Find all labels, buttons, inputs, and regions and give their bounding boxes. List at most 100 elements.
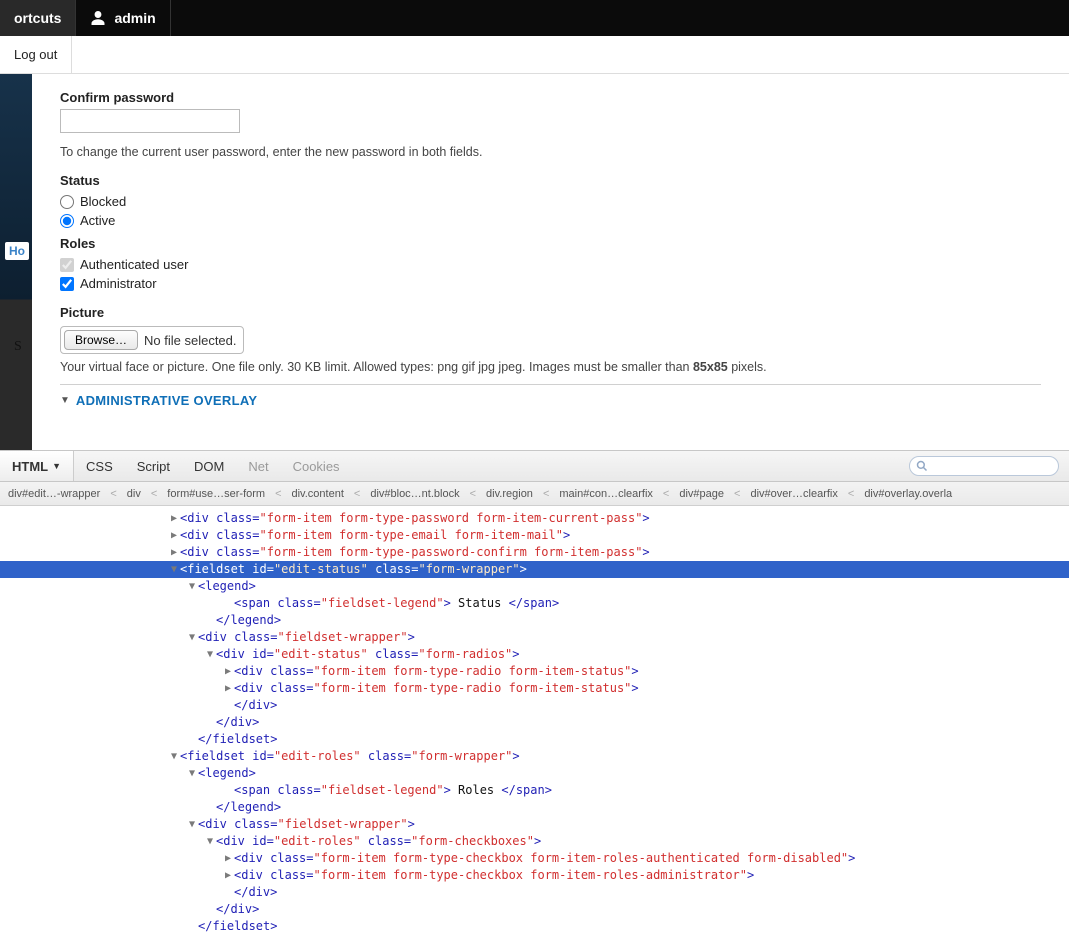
status-blocked-row[interactable]: Blocked bbox=[60, 194, 1041, 209]
dom-node-row[interactable]: <fieldset id="edit-status" class="form-w… bbox=[0, 561, 1069, 578]
status-blocked-text: Blocked bbox=[80, 194, 126, 209]
dom-node-row[interactable]: <div class="form-item form-type-checkbox… bbox=[0, 850, 1069, 867]
dom-node-row[interactable]: </legend> bbox=[0, 612, 1069, 629]
breadcrumb-segment[interactable]: div#overlay.overla bbox=[864, 488, 952, 500]
role-admin-text: Administrator bbox=[80, 276, 157, 291]
status-blocked-radio[interactable] bbox=[60, 195, 74, 209]
dom-node-row[interactable]: </div> bbox=[0, 714, 1069, 731]
dom-node-row[interactable]: <div id="edit-roles" class="form-checkbo… bbox=[0, 833, 1069, 850]
devtools-tab-html[interactable]: HTML▼ bbox=[0, 451, 74, 481]
no-file-text: No file selected. bbox=[144, 333, 237, 348]
dom-node-row[interactable]: <div class="fieldset-wrapper"> bbox=[0, 816, 1069, 833]
twisty-open-icon[interactable] bbox=[186, 765, 198, 782]
twisty-open-icon[interactable] bbox=[168, 748, 180, 765]
twisty-closed-icon[interactable] bbox=[222, 680, 234, 697]
role-authenticated-text: Authenticated user bbox=[80, 257, 188, 272]
role-admin-row[interactable]: Administrator bbox=[60, 276, 1041, 291]
breadcrumb-sep: < bbox=[848, 488, 854, 500]
dom-node-row[interactable]: <span class="fieldset-legend"> Status </… bbox=[0, 595, 1069, 612]
dom-node-row[interactable]: <fieldset id="edit-roles" class="form-wr… bbox=[0, 748, 1069, 765]
dom-node-row[interactable]: </fieldset> bbox=[0, 731, 1069, 748]
confirm-password-label: Confirm password bbox=[60, 90, 1041, 105]
devtools-tab-dom[interactable]: DOM bbox=[182, 451, 236, 481]
browse-button[interactable]: Browse… bbox=[64, 330, 138, 350]
breadcrumb-segment[interactable]: div.region bbox=[486, 488, 533, 500]
chevron-down-icon: ▼ bbox=[60, 395, 70, 406]
dom-node-row[interactable]: <span class="fieldset-legend"> Roles </s… bbox=[0, 782, 1069, 799]
home-link-fragment[interactable]: Ho bbox=[5, 242, 29, 260]
twisty-open-icon[interactable] bbox=[204, 646, 216, 663]
dom-node-row[interactable]: </div> bbox=[0, 697, 1069, 714]
toolbar-shortcuts-button[interactable]: ortcuts bbox=[0, 0, 76, 36]
admin-overlay-link[interactable]: ADMINISTRATIVE OVERLAY bbox=[76, 393, 257, 408]
status-active-radio[interactable] bbox=[60, 214, 74, 228]
dom-node-row[interactable]: <div class="fieldset-wrapper"> bbox=[0, 629, 1069, 646]
dom-node-row[interactable]: </div> bbox=[0, 884, 1069, 901]
password-help-text: To change the current user password, ent… bbox=[60, 145, 1041, 159]
devtools-dom-tree[interactable]: <div class="form-item form-type-password… bbox=[0, 506, 1069, 937]
status-label: Status bbox=[60, 173, 1041, 188]
dom-node-row[interactable]: </fieldset> bbox=[0, 918, 1069, 935]
dom-node-row[interactable]: <div id="edit-status" class="form-radios… bbox=[0, 646, 1069, 663]
twisty-closed-icon[interactable] bbox=[168, 544, 180, 561]
twisty-closed-icon[interactable] bbox=[222, 850, 234, 867]
twisty-closed-icon[interactable] bbox=[168, 510, 180, 527]
dom-node-row[interactable]: <div class="form-item form-type-password… bbox=[0, 510, 1069, 527]
twisty-closed-icon[interactable] bbox=[222, 867, 234, 884]
devtools-tabbar: HTML▼ CSS Script DOM Net Cookies bbox=[0, 450, 1069, 482]
picture-file-field[interactable]: Browse… No file selected. bbox=[60, 326, 244, 354]
picture-label: Picture bbox=[60, 305, 1041, 320]
devtools-search-input[interactable] bbox=[909, 456, 1059, 476]
breadcrumb-segment[interactable]: div#over…clearfix bbox=[750, 488, 837, 500]
dom-node-row[interactable]: </legend> bbox=[0, 799, 1069, 816]
dom-node-row[interactable]: <div class="form-item form-type-email fo… bbox=[0, 527, 1069, 544]
dom-node-row[interactable]: </div> bbox=[0, 901, 1069, 918]
breadcrumb-segment[interactable]: div.content bbox=[292, 488, 344, 500]
dom-node-row[interactable]: <legend> bbox=[0, 765, 1069, 782]
twisty-open-icon[interactable] bbox=[186, 816, 198, 833]
dom-node-row[interactable]: <legend> bbox=[0, 578, 1069, 595]
devtools-tab-cookies[interactable]: Cookies bbox=[281, 451, 352, 481]
breadcrumb-segment[interactable]: div#page bbox=[679, 488, 724, 500]
search-icon bbox=[916, 460, 928, 472]
breadcrumb-segment[interactable]: div#bloc…nt.block bbox=[370, 488, 459, 500]
picture-help-text: Your virtual face or picture. One file o… bbox=[60, 360, 1041, 374]
breadcrumb-segment[interactable]: form#use…ser-form bbox=[167, 488, 265, 500]
search-label-fragment: S bbox=[14, 339, 22, 355]
dom-node-row[interactable]: <div class="form-item form-type-password… bbox=[0, 544, 1069, 561]
breadcrumb-segment[interactable]: div#edit…-wrapper bbox=[8, 488, 100, 500]
admin-toolbar: ortcuts admin bbox=[0, 0, 1069, 36]
main-area: Ho S Confirm password To change the curr… bbox=[0, 74, 1069, 450]
devtools-tab-css[interactable]: CSS bbox=[74, 451, 125, 481]
twisty-closed-icon[interactable] bbox=[168, 527, 180, 544]
breadcrumb-sep: < bbox=[110, 488, 116, 500]
toolbar-user-button[interactable]: admin bbox=[76, 0, 170, 36]
twisty-open-icon[interactable] bbox=[186, 578, 198, 595]
breadcrumb-segment[interactable]: main#con…clearfix bbox=[559, 488, 653, 500]
status-active-row[interactable]: Active bbox=[60, 213, 1041, 228]
confirm-password-input[interactable] bbox=[60, 109, 240, 133]
dom-node-row[interactable]: <div class="form-item form-type-radio fo… bbox=[0, 663, 1069, 680]
toolbar-tray: Log out bbox=[0, 36, 1069, 74]
twisty-closed-icon[interactable] bbox=[222, 663, 234, 680]
twisty-open-icon[interactable] bbox=[186, 629, 198, 646]
breadcrumb-sep: < bbox=[354, 488, 360, 500]
logout-link[interactable]: Log out bbox=[0, 36, 72, 73]
breadcrumb-segment[interactable]: div bbox=[127, 488, 141, 500]
devtools-tab-net[interactable]: Net bbox=[236, 451, 280, 481]
admin-overlay-fieldset[interactable]: ▼ ADMINISTRATIVE OVERLAY bbox=[60, 384, 1041, 408]
devtools-breadcrumb[interactable]: div#edit…-wrapper < div < form#use…ser-form <… bbox=[0, 482, 1069, 506]
background-site-strip: Ho S bbox=[0, 74, 32, 450]
role-admin-checkbox[interactable] bbox=[60, 277, 74, 291]
toolbar-user-label: admin bbox=[114, 10, 155, 26]
role-authenticated-row: Authenticated user bbox=[60, 257, 1041, 272]
twisty-open-icon[interactable] bbox=[204, 833, 216, 850]
dom-node-row[interactable]: <div class="form-item form-type-checkbox… bbox=[0, 867, 1069, 884]
user-icon bbox=[90, 10, 106, 26]
breadcrumb-sep: < bbox=[543, 488, 549, 500]
twisty-open-icon[interactable] bbox=[168, 561, 180, 578]
roles-label: Roles bbox=[60, 236, 1041, 251]
role-authenticated-checkbox bbox=[60, 258, 74, 272]
devtools-tab-script[interactable]: Script bbox=[125, 451, 182, 481]
dom-node-row[interactable]: <div class="form-item form-type-radio fo… bbox=[0, 680, 1069, 697]
